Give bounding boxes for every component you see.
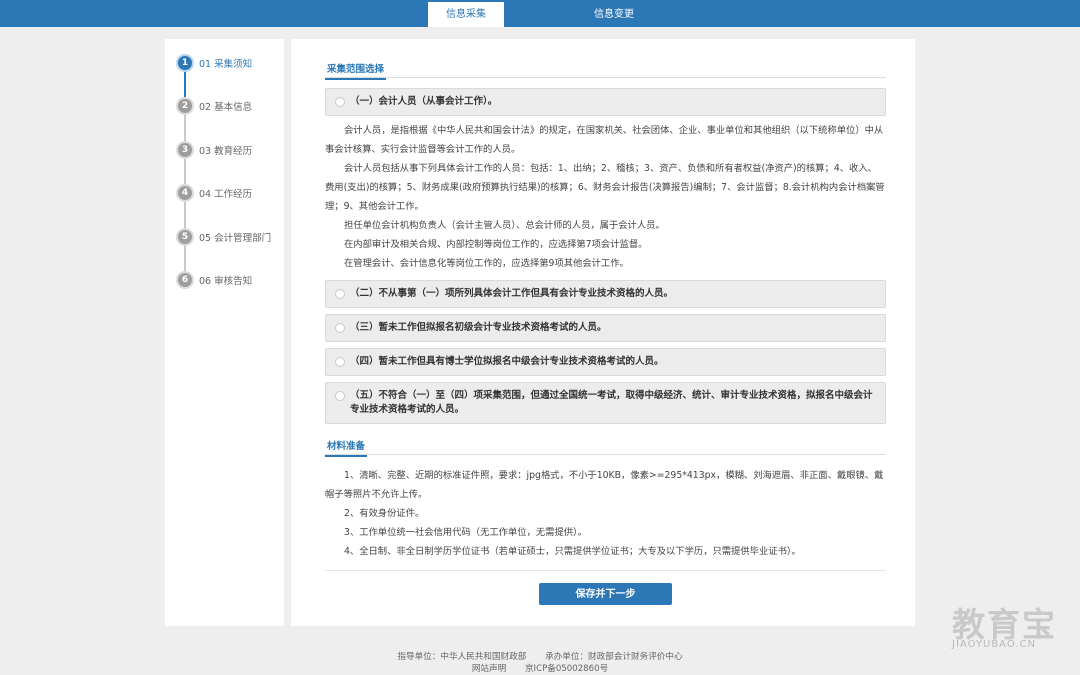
step-label: 01 采集须知	[199, 59, 253, 70]
icp-link[interactable]: 京ICP备05002860号	[525, 664, 608, 674]
scope-option-2[interactable]: （二）不从事第（一）项所列具体会计工作但具有会计专业技术资格的人员。	[325, 280, 886, 308]
material-item: 1、清晰、完整、近期的标准证件照，要求：jpg格式，不小于10KB，像素>=29…	[325, 470, 884, 500]
radio-button[interactable]	[335, 289, 345, 299]
footer-units: 指导单位：中华人民共和国财政部 承办单位：财政部会计财务评价中心	[397, 652, 683, 662]
material-item: 3、工作单位统一社会信用代码（无工作单位，无需提供）。	[344, 527, 587, 538]
step-label: 05 会计管理部门	[199, 233, 272, 244]
radio-button[interactable]	[335, 391, 345, 401]
tab-info-collect[interactable]: 信息采集	[428, 2, 504, 27]
materials-section-title: 材料准备	[325, 438, 368, 457]
scope-option-1[interactable]: （一）会计人员（从事会计工作）。	[325, 88, 886, 116]
step-label: 04 工作经历	[199, 189, 253, 200]
step-number: 1	[176, 54, 194, 72]
radio-button[interactable]	[335, 323, 345, 333]
step-number: 5	[176, 228, 194, 246]
step-label: 03 教育经历	[199, 146, 253, 157]
divider	[325, 570, 886, 571]
footer-links: 网站声明 京ICP备05002860号	[0, 662, 1080, 674]
scope-option-3[interactable]: （三）暂未工作但拟报名初级会计专业技术资格考试的人员。	[325, 314, 886, 342]
steps-sidebar	[165, 39, 284, 626]
scope-option-4[interactable]: （四）暂未工作但具有博士学位拟报名中级会计专业技术资格考试的人员。	[325, 348, 886, 376]
step-number: 2	[176, 97, 194, 115]
save-next-button[interactable]: 保存并下一步	[539, 583, 672, 605]
scope-section-title: 采集范围选择	[325, 61, 387, 80]
watermark-logo: 教育宝 JIAOYUBAO.CN	[952, 605, 1057, 650]
material-item: 2、有效身份证件。	[344, 508, 425, 519]
site-statement-link[interactable]: 网站声明	[472, 664, 506, 674]
scope-option-5[interactable]: （五）不符合（一）至（四）项采集范围，但通过全国统一考试，取得中级经济、统计、审…	[325, 382, 886, 424]
step-number: 3	[176, 141, 194, 159]
divider	[325, 77, 886, 78]
materials-list: 1、清晰、完整、近期的标准证件照，要求：jpg格式，不小于10KB，像素>=29…	[325, 466, 886, 561]
material-item: 4、全日制、非全日制学历学位证书（若单证硕士，只需提供学位证书；大专及以下学历，…	[344, 546, 801, 557]
scope-description: 会计人员，是指根据《中华人民共和国会计法》的规定，在国家机关、社会团体、企业、事…	[325, 125, 885, 269]
step-label: 02 基本信息	[199, 102, 253, 113]
steps-progress-line	[184, 62, 186, 280]
radio-button[interactable]	[335, 97, 345, 107]
step-number: 6	[176, 271, 194, 289]
step-label: 06 审核告知	[199, 276, 253, 287]
top-nav-bar: 信息采集 信息变更	[0, 0, 1080, 27]
radio-button[interactable]	[335, 357, 345, 367]
step-number: 4	[176, 184, 194, 202]
tab-info-change[interactable]: 信息变更	[576, 2, 652, 27]
divider	[325, 454, 886, 455]
